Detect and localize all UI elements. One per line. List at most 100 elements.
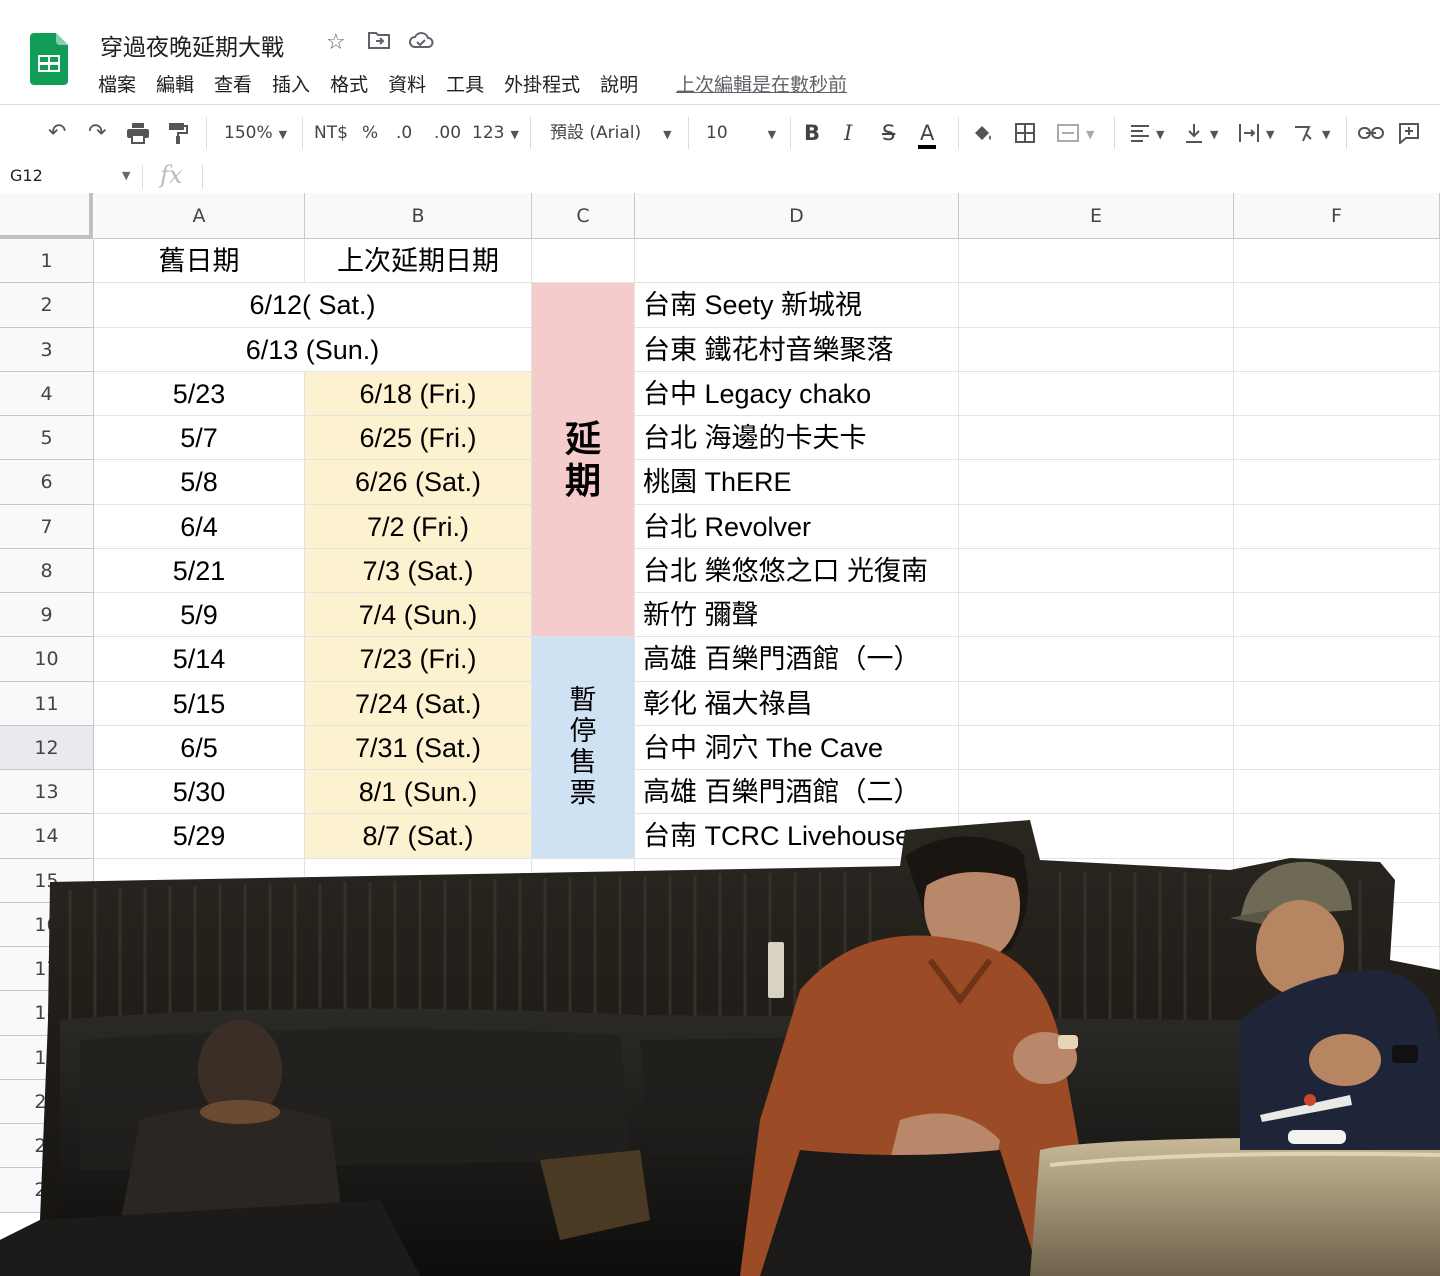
star-icon[interactable]: ☆	[326, 30, 346, 55]
borders-icon[interactable]	[1014, 105, 1036, 161]
empty-cell[interactable]	[635, 239, 959, 284]
empty-cell[interactable]	[1234, 681, 1440, 726]
font-family-select[interactable]: 預設 (Arial) ▼	[550, 105, 672, 161]
empty-cell[interactable]	[959, 593, 1234, 638]
cell-venue[interactable]: 台東 鐵花村音樂聚落	[635, 327, 959, 372]
cell-old-date[interactable]: 6/4	[94, 504, 305, 549]
percent-format-button[interactable]: %	[362, 105, 378, 161]
column-header-d[interactable]: D	[635, 193, 959, 239]
menu-help[interactable]: 說明	[600, 70, 648, 98]
empty-cell[interactable]	[1234, 504, 1440, 549]
cell-old-date[interactable]: 5/8	[94, 460, 305, 505]
cell-venue[interactable]: 新竹 彌聲	[635, 593, 959, 638]
column-header-c[interactable]: C	[532, 193, 635, 239]
paint-format-icon[interactable]	[168, 105, 188, 161]
name-box[interactable]: G12	[10, 166, 43, 185]
cell-new-date[interactable]: 6/18 (Fri.)	[305, 371, 532, 416]
cell-new-date[interactable]: 6/26 (Sat.)	[305, 460, 532, 505]
menu-format[interactable]: 格式	[330, 70, 378, 98]
column-header-a[interactable]: A	[94, 193, 305, 239]
column-header-b[interactable]: B	[305, 193, 532, 239]
menu-view[interactable]: 查看	[214, 70, 262, 98]
sheets-logo-icon[interactable]	[30, 33, 68, 85]
row-header-7[interactable]: 7	[0, 504, 94, 549]
empty-cell[interactable]	[959, 239, 1234, 284]
empty-cell[interactable]	[532, 239, 635, 284]
font-size-select[interactable]: 10 ▼	[706, 105, 776, 161]
cell-a2-merged-date[interactable]: 6/12( Sat.)	[94, 283, 532, 328]
cell-old-date[interactable]: 5/15	[94, 681, 305, 726]
empty-cell[interactable]	[1234, 371, 1440, 416]
move-folder-icon[interactable]	[368, 30, 390, 56]
empty-cell[interactable]	[1234, 327, 1440, 372]
cell-old-date[interactable]: 6/5	[94, 725, 305, 770]
cell-new-date[interactable]: 7/3 (Sat.)	[305, 548, 532, 593]
empty-cell[interactable]	[959, 327, 1234, 372]
strikethrough-button[interactable]: S	[882, 105, 895, 161]
cell-venue[interactable]: 高雄 百樂門酒館（二）	[635, 770, 959, 815]
empty-cell[interactable]	[959, 681, 1234, 726]
cell-old-date[interactable]: 5/9	[94, 593, 305, 638]
insert-comment-icon[interactable]	[1398, 105, 1420, 161]
cell-venue[interactable]: 高雄 百樂門酒館（一）	[635, 637, 959, 682]
row-header-10[interactable]: 10	[0, 637, 94, 682]
row-header-3[interactable]: 3	[0, 327, 94, 372]
bold-button[interactable]: B	[804, 105, 820, 161]
cell-a3-merged-date[interactable]: 6/13 (Sun.)	[94, 327, 532, 372]
empty-cell[interactable]	[1234, 637, 1440, 682]
horizontal-align-icon[interactable]: ▼	[1130, 105, 1164, 161]
row-header-13[interactable]: 13	[0, 770, 94, 815]
empty-cell[interactable]	[1234, 460, 1440, 505]
document-title[interactable]: 穿過夜晚延期大戰	[100, 28, 284, 62]
cell-old-date[interactable]: 5/7	[94, 416, 305, 461]
name-box-dropdown-icon[interactable]: ▼	[122, 169, 130, 182]
text-wrapping-icon[interactable]: ▼	[1238, 105, 1274, 161]
cell-venue[interactable]: 台中 洞穴 The Cave	[635, 725, 959, 770]
empty-cell[interactable]	[959, 725, 1234, 770]
cell-venue[interactable]: 台北 海邊的卡夫卡	[635, 416, 959, 461]
italic-button[interactable]: I	[844, 105, 852, 161]
status-postponed-cell[interactable]: 延 期	[532, 283, 635, 638]
text-color-button[interactable]: A	[918, 105, 937, 161]
cell-venue[interactable]: 台中 Legacy chako	[635, 371, 959, 416]
empty-cell[interactable]	[959, 770, 1234, 815]
cell-new-date[interactable]: 8/1 (Sun.)	[305, 770, 532, 815]
currency-format-button[interactable]: NT$	[314, 105, 348, 161]
row-header-1[interactable]: 1	[0, 239, 94, 284]
empty-cell[interactable]	[959, 460, 1234, 505]
select-all-corner[interactable]	[0, 193, 93, 239]
empty-cell[interactable]	[1234, 416, 1440, 461]
column-header-f[interactable]: F	[1234, 193, 1440, 239]
more-formats-select[interactable]: 123 ▼	[472, 105, 519, 161]
menu-insert[interactable]: 插入	[272, 70, 320, 98]
cell-old-date[interactable]: 5/30	[94, 770, 305, 815]
cell-venue[interactable]: 彰化 福大祿昌	[635, 681, 959, 726]
menu-file[interactable]: 檔案	[98, 70, 146, 98]
cell-new-date[interactable]: 7/24 (Sat.)	[305, 681, 532, 726]
merge-cells-icon[interactable]: ▼	[1056, 105, 1094, 161]
decrease-decimal-button[interactable]: .0	[396, 105, 412, 161]
cell-venue[interactable]: 桃園 ThERE	[635, 460, 959, 505]
row-header-6[interactable]: 6	[0, 460, 94, 505]
row-header-5[interactable]: 5	[0, 416, 94, 461]
row-header-8[interactable]: 8	[0, 548, 94, 593]
empty-cell[interactable]	[1234, 239, 1440, 284]
empty-cell[interactable]	[1234, 283, 1440, 328]
empty-cell[interactable]	[1234, 770, 1440, 815]
empty-cell[interactable]	[959, 283, 1234, 328]
row-header-2[interactable]: 2	[0, 283, 94, 328]
zoom-select[interactable]: 150% ▼	[224, 105, 287, 161]
row-header-11[interactable]: 11	[0, 681, 94, 726]
cell-venue[interactable]: 台北 Revolver	[635, 504, 959, 549]
cell-old-date[interactable]: 5/21	[94, 548, 305, 593]
column-header-e[interactable]: E	[959, 193, 1234, 239]
row-header-9[interactable]: 9	[0, 593, 94, 638]
row-header-12[interactable]: 12	[0, 725, 94, 770]
increase-decimal-button[interactable]: .00	[434, 105, 461, 161]
last-edit-link[interactable]: 上次編輯是在數秒前	[676, 70, 847, 97]
print-icon[interactable]	[126, 105, 150, 161]
insert-link-icon[interactable]	[1358, 105, 1384, 161]
redo-icon[interactable]: ↷	[88, 105, 106, 161]
vertical-align-icon[interactable]: ▼	[1184, 105, 1218, 161]
cell-old-date[interactable]: 5/23	[94, 371, 305, 416]
